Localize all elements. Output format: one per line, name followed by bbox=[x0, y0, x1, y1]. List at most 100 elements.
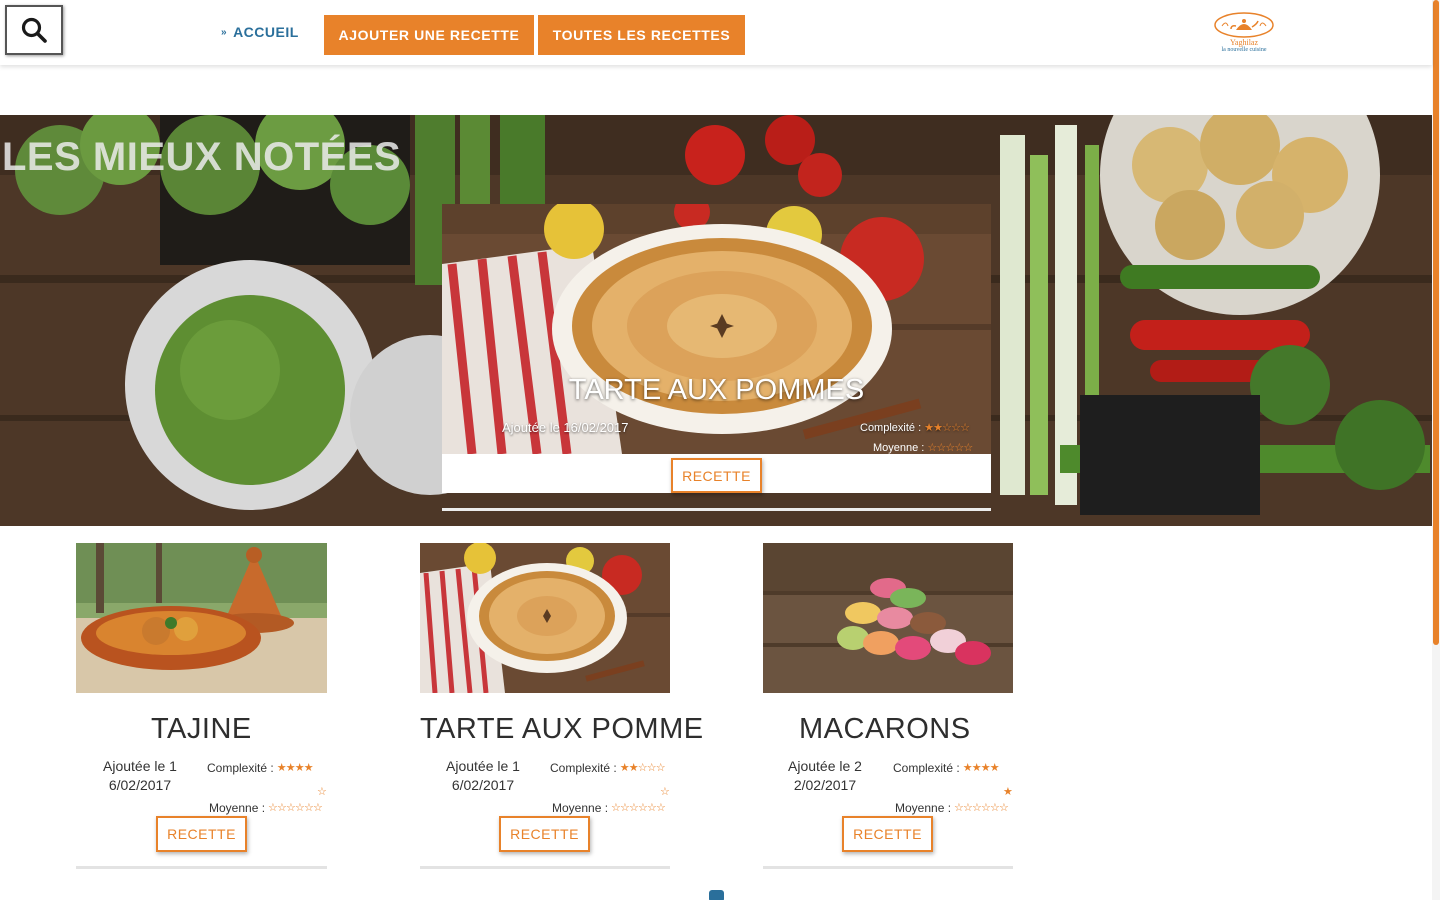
star-outline-icon: ☆ bbox=[637, 761, 648, 774]
page-scrollbar[interactable] bbox=[1432, 0, 1440, 900]
recipe-date: Ajoutée le 1 6/02/2017 bbox=[90, 757, 190, 795]
star-filled-icon: ★ bbox=[276, 761, 287, 774]
featured-recipe-date: Ajoutée le 16/02/2017 bbox=[502, 420, 629, 435]
star-outline-icon: ☆ bbox=[951, 421, 962, 434]
recipe-average-stars[interactable]: ☆ ☆ ☆ ☆ ☆ ☆ bbox=[611, 802, 666, 814]
recipe-average-label: Moyenne : bbox=[895, 801, 952, 815]
all-recipes-button[interactable]: TOUTES LES RECETTES bbox=[538, 15, 745, 55]
card-divider bbox=[763, 866, 1013, 869]
star-outline-icon[interactable]: ☆ bbox=[620, 802, 630, 814]
star-outline-icon[interactable]: ☆ bbox=[295, 802, 305, 814]
recipe-date-line1: Ajoutée le 2 bbox=[788, 758, 862, 774]
featured-recipe-image[interactable] bbox=[442, 204, 991, 454]
star-outline-icon[interactable]: ☆ bbox=[656, 802, 666, 814]
recipe-average: Moyenne : ☆ ☆ ☆ ☆ ☆ ☆ bbox=[895, 801, 1009, 815]
recipe-button[interactable]: RECETTE bbox=[499, 816, 590, 852]
hero-title: LES MIEUX NOTÉES bbox=[2, 135, 402, 179]
star-outline-icon[interactable]: ☆ bbox=[638, 802, 648, 814]
star-outline-icon[interactable]: ☆ bbox=[954, 442, 964, 454]
card-divider bbox=[420, 866, 670, 869]
recipe-card-macarons[interactable]: MACARONS Ajoutée le 2 2/02/2017 Complexi… bbox=[763, 543, 1063, 873]
star-filled-icon: ★ bbox=[962, 761, 973, 774]
recipe-complexity-extra-star: ★ bbox=[1003, 780, 1013, 799]
star-outline-icon[interactable]: ☆ bbox=[313, 802, 323, 814]
star-outline-icon[interactable]: ☆ bbox=[611, 802, 621, 814]
star-filled-icon: ★ bbox=[285, 761, 296, 774]
star-outline-icon[interactable]: ☆ bbox=[277, 802, 287, 814]
recipe-complexity-stars: ★ ★ ★ ★ bbox=[276, 761, 314, 774]
top-rated-hero: LES MIEUX NOTÉES TARTE AUX POMMES Ajouté… bbox=[0, 115, 1432, 526]
nav-home-link[interactable]: » ACCUEIL bbox=[221, 24, 299, 40]
scrollbar-thumb[interactable] bbox=[1433, 0, 1439, 645]
recipe-button[interactable]: RECETTE bbox=[156, 816, 247, 852]
star-outline-icon[interactable]: ☆ bbox=[304, 802, 314, 814]
recipe-image-tarte[interactable] bbox=[420, 543, 670, 693]
recipe-average-stars[interactable]: ☆ ☆ ☆ ☆ ☆ ☆ bbox=[268, 802, 323, 814]
recipe-complexity-extra-star: ☆ bbox=[660, 780, 670, 799]
recipe-date-line2: 6/02/2017 bbox=[451, 777, 515, 793]
featured-recipe-card[interactable]: TARTE AUX POMMES Ajoutée le 16/02/2017 C… bbox=[442, 204, 991, 493]
top-navbar: » ACCUEIL AJOUTER UNE RECETTE TOUTES LES… bbox=[0, 0, 1432, 65]
recipe-date-line1: Ajoutée le 1 bbox=[103, 758, 177, 774]
recipe-complexity-label: Complexité : bbox=[207, 761, 274, 775]
recipe-complexity-stars: ★ ★ ☆ ☆ ☆ bbox=[619, 761, 666, 774]
star-outline-icon[interactable]: ☆ bbox=[647, 802, 657, 814]
star-outline-icon[interactable]: ☆ bbox=[981, 802, 991, 814]
site-logo[interactable]: Yaghilaz la nouvelle cuisine bbox=[1212, 12, 1276, 62]
recipe-date-line2: 2/02/2017 bbox=[793, 777, 857, 793]
star-outline-icon[interactable]: ☆ bbox=[972, 802, 982, 814]
star-filled-icon: ★ bbox=[933, 421, 944, 434]
featured-average-stars[interactable]: ☆ ☆ ☆ ☆ ☆ bbox=[927, 442, 973, 454]
search-button[interactable] bbox=[5, 5, 63, 55]
star-outline-icon[interactable]: ☆ bbox=[629, 802, 639, 814]
recipe-complexity: Complexité : ★ ★ ★ ★ bbox=[893, 761, 1000, 775]
recipe-average-label: Moyenne : bbox=[209, 801, 266, 815]
recipe-date: Ajoutée le 1 6/02/2017 bbox=[433, 757, 533, 795]
apple-tart-thumb-image bbox=[420, 543, 670, 693]
star-filled-icon: ★ bbox=[619, 761, 630, 774]
star-outline-icon: ☆ bbox=[646, 761, 657, 774]
tajine-image bbox=[76, 543, 327, 693]
star-outline-icon: ☆ bbox=[960, 421, 971, 434]
star-outline-icon[interactable]: ☆ bbox=[999, 802, 1009, 814]
star-outline-icon: ☆ bbox=[942, 421, 953, 434]
recipe-title[interactable]: TAJINE bbox=[151, 713, 252, 746]
recipe-card-tajine[interactable]: TAJINE Ajoutée le 1 6/02/2017 Complexité… bbox=[76, 543, 376, 873]
recipe-button[interactable]: RECETTE bbox=[842, 816, 933, 852]
recipe-average-stars[interactable]: ☆ ☆ ☆ ☆ ☆ ☆ bbox=[954, 802, 1009, 814]
featured-divider bbox=[442, 508, 991, 511]
recipe-average: Moyenne : ☆ ☆ ☆ ☆ ☆ ☆ bbox=[209, 801, 323, 815]
add-recipe-button[interactable]: AJOUTER UNE RECETTE bbox=[324, 15, 534, 55]
search-icon bbox=[21, 17, 47, 43]
star-outline-icon[interactable]: ☆ bbox=[927, 442, 937, 454]
recipe-card-tarte[interactable]: TARTE AUX POMME Ajoutée le 1 6/02/2017 C… bbox=[420, 543, 720, 873]
recipe-date: Ajoutée le 2 2/02/2017 bbox=[775, 757, 875, 795]
recipe-date-line1: Ajoutée le 1 bbox=[446, 758, 520, 774]
recipe-complexity-extra-star: ☆ bbox=[317, 780, 327, 799]
teapot-logo-icon bbox=[1214, 12, 1274, 38]
recipe-title[interactable]: MACARONS bbox=[799, 713, 971, 746]
featured-average: Moyenne : ☆ ☆ ☆ ☆ ☆ bbox=[873, 442, 973, 454]
star-outline-icon[interactable]: ☆ bbox=[268, 802, 278, 814]
recipe-image-macarons[interactable] bbox=[763, 543, 1013, 693]
featured-recipe-button[interactable]: RECETTE bbox=[671, 458, 762, 493]
pagination-dot[interactable] bbox=[709, 890, 724, 900]
star-outline-icon[interactable]: ☆ bbox=[963, 802, 973, 814]
recipe-title[interactable]: TARTE AUX POMME bbox=[420, 713, 704, 746]
star-outline-icon[interactable]: ☆ bbox=[954, 802, 964, 814]
recipe-average-label: Moyenne : bbox=[552, 801, 609, 815]
star-filled-icon: ★ bbox=[294, 761, 305, 774]
nav-home-label: ACCUEIL bbox=[233, 24, 299, 40]
macarons-image bbox=[763, 543, 1013, 693]
star-outline-icon: ☆ bbox=[660, 785, 670, 798]
star-filled-icon: ★ bbox=[989, 761, 1000, 774]
recipe-image-tajine[interactable] bbox=[76, 543, 327, 693]
logo-name: Yaghilaz bbox=[1229, 38, 1259, 47]
star-outline-icon[interactable]: ☆ bbox=[990, 802, 1000, 814]
featured-recipe-title: TARTE AUX POMMES bbox=[568, 374, 865, 406]
star-outline-icon[interactable]: ☆ bbox=[963, 442, 973, 454]
star-outline-icon[interactable]: ☆ bbox=[945, 442, 955, 454]
star-outline-icon[interactable]: ☆ bbox=[286, 802, 296, 814]
recipe-complexity: Complexité : ★ ★ ★ ★ bbox=[207, 761, 314, 775]
star-outline-icon[interactable]: ☆ bbox=[936, 442, 946, 454]
